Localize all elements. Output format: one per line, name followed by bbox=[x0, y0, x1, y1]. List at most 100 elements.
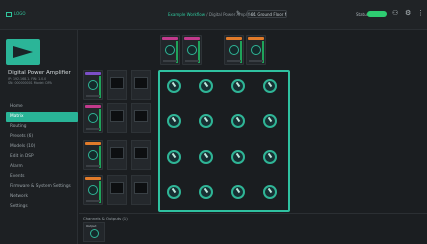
dynamics-scope[interactable] bbox=[131, 103, 151, 133]
crosspoint-knob[interactable] bbox=[263, 185, 277, 199]
device-image bbox=[6, 39, 40, 65]
value-field[interactable] bbox=[163, 60, 177, 62]
gain-knob[interactable] bbox=[88, 150, 98, 160]
module-header bbox=[85, 177, 101, 180]
app-logo[interactable]: LOGO bbox=[6, 11, 25, 17]
input-module[interactable] bbox=[83, 70, 103, 100]
breadcrumb: Example Workflow / Digital Power Amplifi… bbox=[168, 12, 255, 17]
crosspoint-knob[interactable] bbox=[263, 114, 277, 128]
module-header bbox=[226, 37, 242, 40]
output-module[interactable] bbox=[182, 35, 202, 65]
value-field[interactable] bbox=[249, 60, 263, 62]
gain-knob[interactable] bbox=[251, 45, 261, 55]
bottom-section-title: Channels & Outputs (1) bbox=[83, 216, 128, 221]
crosspoint-knob[interactable] bbox=[199, 79, 213, 93]
crosspoint-knob[interactable] bbox=[199, 114, 213, 128]
gain-knob[interactable] bbox=[187, 45, 197, 55]
gain-knob[interactable] bbox=[90, 229, 99, 238]
dyn-screen bbox=[134, 110, 148, 122]
value-field[interactable] bbox=[86, 165, 100, 167]
sidebar-item-settings[interactable]: Settings bbox=[0, 202, 78, 212]
more-icon[interactable]: ⋮ bbox=[417, 9, 424, 17]
crosspoint-knob[interactable] bbox=[167, 185, 181, 199]
input-module[interactable] bbox=[83, 175, 103, 205]
dyn-screen bbox=[134, 77, 148, 89]
gain-knob[interactable] bbox=[88, 80, 98, 90]
crosspoint-knob[interactable] bbox=[199, 150, 213, 164]
dynamics-scope[interactable] bbox=[131, 140, 151, 170]
module-header bbox=[85, 142, 101, 145]
sidebar-item-network[interactable]: Network bbox=[0, 192, 78, 202]
module-header bbox=[162, 37, 178, 40]
matrix-grid bbox=[158, 70, 290, 212]
sidebar-item-routing[interactable]: Routing bbox=[0, 122, 78, 132]
output-card[interactable]: Output bbox=[83, 222, 105, 242]
top-bar: LOGO Example Workflow / Digital Power Am… bbox=[0, 0, 427, 30]
status-toggle[interactable] bbox=[367, 11, 387, 17]
sidebar-nav: Home Matrix Routing Presets (6) Models (… bbox=[0, 102, 78, 212]
input-module[interactable] bbox=[83, 140, 103, 170]
dyn-screen bbox=[134, 182, 148, 194]
module-header bbox=[85, 72, 101, 75]
value-field[interactable] bbox=[86, 95, 100, 97]
breadcrumb-link[interactable]: Example Workflow bbox=[168, 12, 205, 17]
crosspoint-knob[interactable] bbox=[231, 185, 245, 199]
crosspoint-knob[interactable] bbox=[199, 185, 213, 199]
gain-knob[interactable] bbox=[229, 45, 239, 55]
value-field[interactable] bbox=[86, 128, 100, 130]
sidebar-item-presets[interactable]: Presets (6) bbox=[0, 132, 78, 142]
crosspoint-knob[interactable] bbox=[167, 79, 181, 93]
value-field[interactable] bbox=[86, 200, 100, 202]
device-select[interactable]: 01 Ground Floor MAIN bbox=[247, 10, 287, 18]
device-title: Digital Power Amplifier bbox=[8, 70, 71, 76]
input-module[interactable] bbox=[83, 103, 103, 133]
main-canvas: Channels & Outputs (1) Output bbox=[79, 30, 427, 244]
gain-knob[interactable] bbox=[165, 45, 175, 55]
dynamics-scope[interactable] bbox=[131, 175, 151, 205]
eq-screen bbox=[110, 110, 124, 122]
crosspoint-knob[interactable] bbox=[167, 150, 181, 164]
eq-scope[interactable] bbox=[107, 103, 127, 133]
app-window: LOGO Example Workflow / Digital Power Am… bbox=[0, 0, 427, 244]
gain-knob[interactable] bbox=[88, 185, 98, 195]
gear-icon[interactable]: ⚙ bbox=[405, 9, 411, 17]
gain-knob[interactable] bbox=[88, 113, 98, 123]
crosspoint-knob[interactable] bbox=[231, 114, 245, 128]
output-module[interactable] bbox=[160, 35, 180, 65]
dyn-screen bbox=[134, 147, 148, 159]
output-module[interactable] bbox=[246, 35, 266, 65]
sidebar-item-edit-dsp[interactable]: Edit in DSP bbox=[0, 152, 78, 162]
eq-scope[interactable] bbox=[107, 175, 127, 205]
crosspoint-knob[interactable] bbox=[231, 79, 245, 93]
sidebar-item-home[interactable]: Home bbox=[0, 102, 78, 112]
edit-icon[interactable]: ✎ bbox=[236, 10, 241, 17]
eq-scope[interactable] bbox=[107, 70, 127, 100]
sidebar-item-matrix[interactable]: Matrix bbox=[6, 112, 78, 122]
sidebar-item-firmware[interactable]: Firmware & System Settings bbox=[0, 182, 78, 192]
device-meta-line: SN: 000000001 Model: DPA bbox=[8, 81, 52, 85]
sidebar-item-events[interactable]: Events bbox=[0, 172, 78, 182]
crosspoint-knob[interactable] bbox=[263, 150, 277, 164]
sidebar-item-models[interactable]: Models (10) bbox=[0, 142, 78, 152]
logo-text: LOGO bbox=[14, 11, 26, 16]
eq-screen bbox=[110, 182, 124, 194]
module-header bbox=[184, 37, 200, 40]
user-icon[interactable]: ⚇ bbox=[392, 9, 398, 17]
module-header bbox=[248, 37, 264, 40]
module-header bbox=[85, 105, 101, 108]
dynamics-scope[interactable] bbox=[131, 70, 151, 100]
value-field[interactable] bbox=[227, 60, 241, 62]
sidebar-item-alarm[interactable]: Alarm bbox=[0, 162, 78, 172]
logo-icon bbox=[6, 11, 12, 17]
crosspoint-knob[interactable] bbox=[263, 79, 277, 93]
eq-screen bbox=[110, 147, 124, 159]
sidebar: Digital Power Amplifier IP: 192.168.1. F… bbox=[0, 30, 78, 244]
crosspoint-knob[interactable] bbox=[231, 150, 245, 164]
eq-screen bbox=[110, 77, 124, 89]
eq-scope[interactable] bbox=[107, 140, 127, 170]
output-module[interactable] bbox=[224, 35, 244, 65]
output-card-label: Output bbox=[86, 224, 97, 228]
crosspoint-knob[interactable] bbox=[167, 114, 181, 128]
section-divider bbox=[79, 213, 427, 214]
value-field[interactable] bbox=[185, 60, 199, 62]
